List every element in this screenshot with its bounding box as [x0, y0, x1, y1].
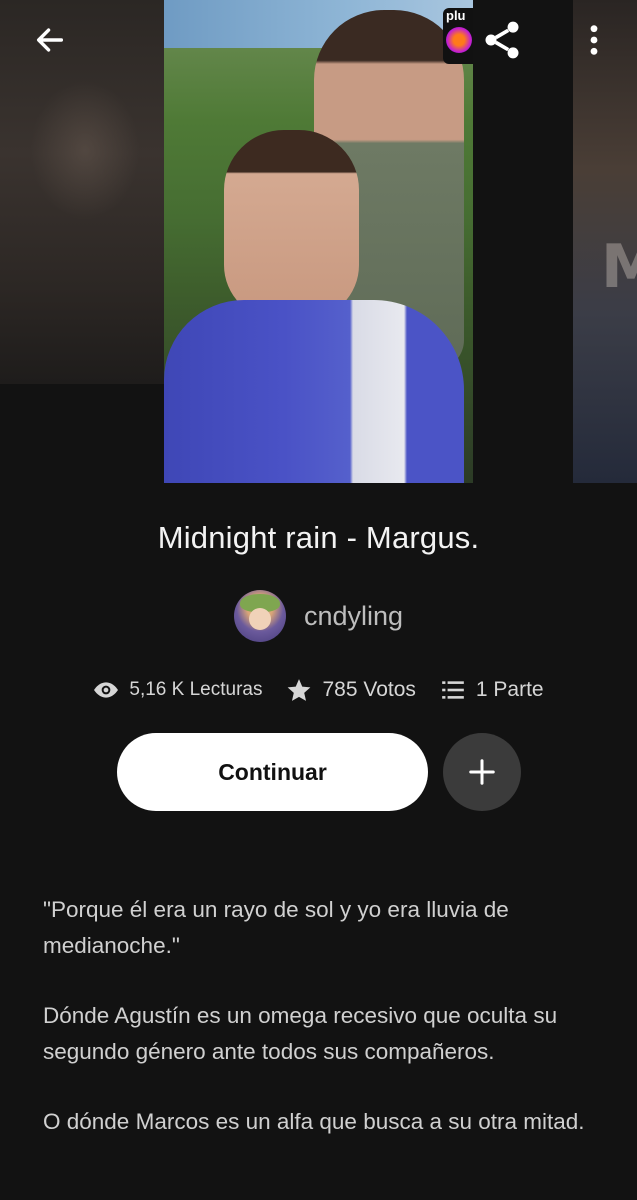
description-paragraph: O dónde Marcos es un alfa que busca a su… [43, 1109, 585, 1134]
back-button[interactable] [26, 16, 74, 64]
story-title: Midnight rain - Margus. [157, 520, 480, 555]
more-vertical-icon [590, 25, 598, 55]
cover-person-front [224, 130, 359, 320]
more-options-button[interactable] [570, 16, 618, 64]
list-icon [442, 681, 464, 699]
avatar-face [248, 608, 271, 630]
votes-count: 785 Votos [322, 678, 416, 701]
parts-count: 1 Parte [475, 678, 544, 701]
cover-person-shirt [164, 300, 464, 483]
previous-story-cover[interactable] [0, 0, 165, 384]
reads-count: 5,16 K Lecturas [129, 679, 263, 700]
story-cover-image[interactable]: plu [164, 0, 473, 483]
plus-icon [469, 759, 495, 785]
author-avatar[interactable] [233, 590, 286, 642]
reads-stat: 5,16 K Lecturas [93, 677, 262, 703]
arrow-left-icon [36, 28, 64, 52]
add-to-library-button[interactable] [443, 733, 521, 811]
cover-shadow [0, 384, 165, 500]
next-story-cover[interactable]: M [573, 0, 637, 483]
star-icon [288, 679, 311, 701]
votes-stat: 785 Votos [286, 677, 416, 703]
author-name[interactable]: cndyling [304, 601, 403, 632]
author-link[interactable]: cndyling [0, 588, 637, 644]
eye-icon [94, 682, 119, 698]
description-paragraph: "Porque él era un rayo de sol y yo era l… [43, 897, 509, 958]
cover-badge-text: plu [446, 8, 466, 23]
share-icon [485, 21, 519, 59]
cover-carousel: M plu [0, 0, 637, 500]
cover-badge-logo-icon [446, 27, 472, 53]
next-cover-title-letter: M [601, 232, 637, 302]
cover-logo-badge: plu [443, 8, 473, 64]
story-stats: 5,16 K Lecturas 785 Votos 1 Parte [0, 672, 637, 708]
continue-reading-button[interactable]: Continuar [117, 733, 428, 811]
description-paragraph: Dónde Agustín es un omega recesivo que o… [43, 1003, 558, 1064]
story-actions: Continuar [117, 733, 537, 811]
story-description: "Porque él era un rayo de sol y yo era l… [43, 892, 603, 1174]
parts-stat: 1 Parte [440, 677, 544, 703]
share-button[interactable] [478, 16, 526, 64]
